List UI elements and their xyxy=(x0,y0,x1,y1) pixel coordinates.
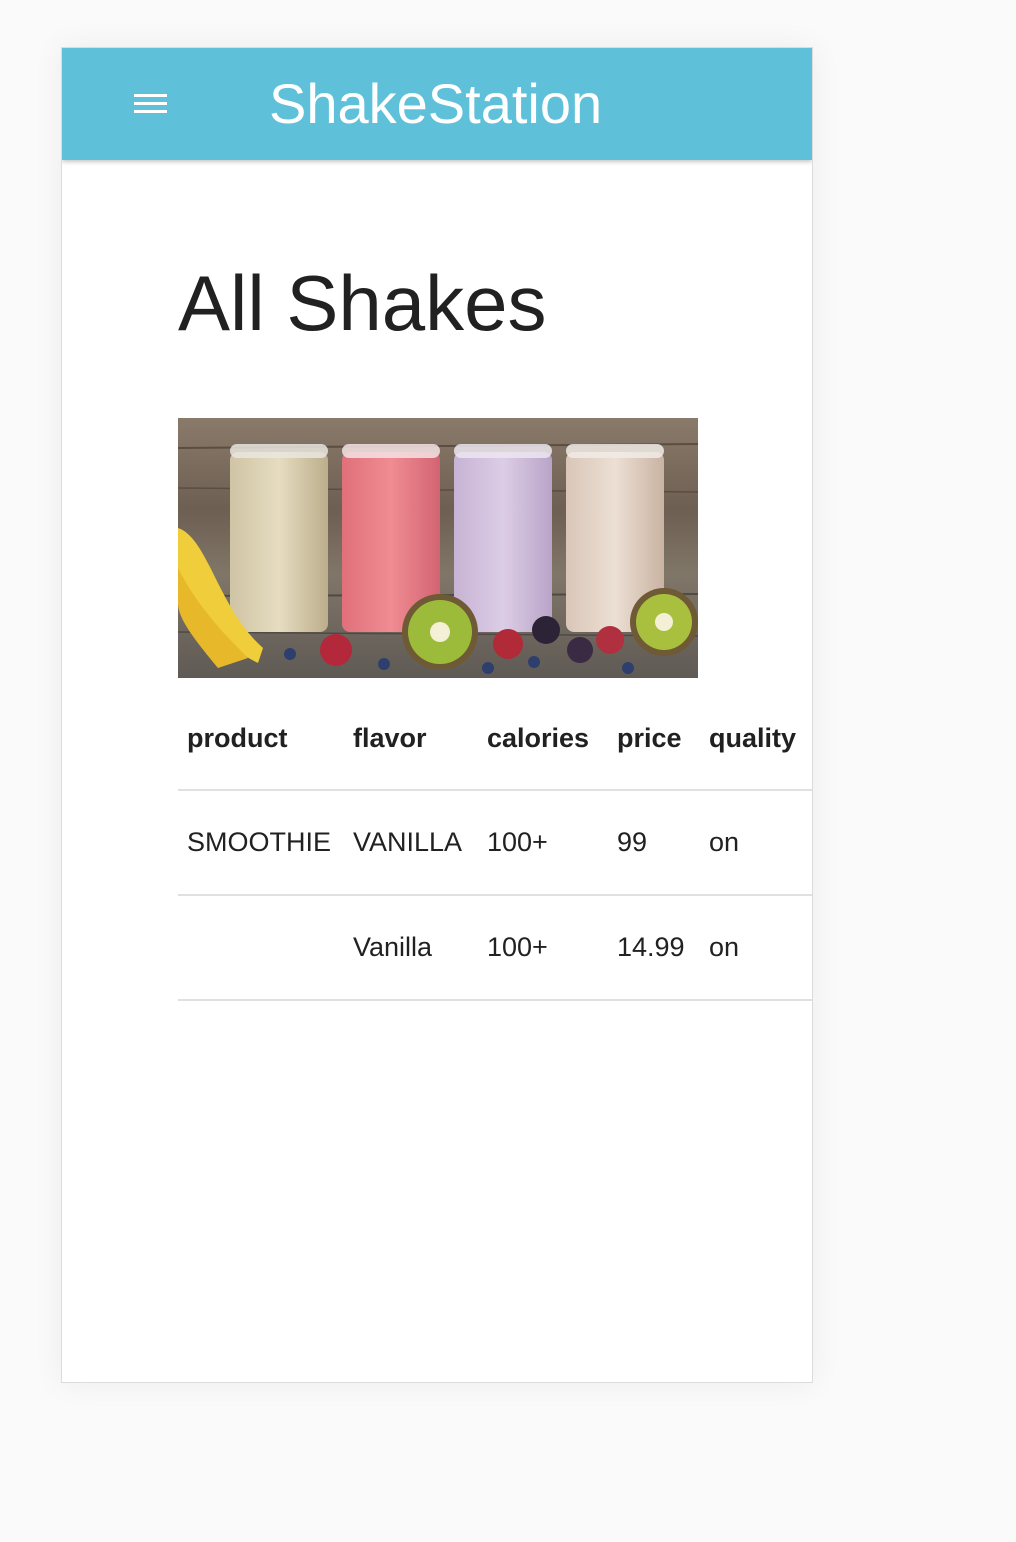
cell-price: 14.99 xyxy=(608,895,700,1001)
app-title: ShakeStation xyxy=(269,72,603,135)
cell-price: 99 xyxy=(608,790,700,896)
column-header-product: product xyxy=(178,688,344,791)
column-header-quality: quality xyxy=(700,688,812,791)
shakes-table: product flavor calories price quality SM… xyxy=(178,688,812,1001)
table-row[interactable]: SMOOTHIE VANILLA 100+ 99 on xyxy=(178,790,812,896)
page-title: All Shakes xyxy=(178,259,547,347)
cell-quality: on xyxy=(700,790,812,896)
cell-product: SMOOTHIE xyxy=(178,790,344,896)
cell-calories: 100+ xyxy=(478,790,608,896)
app-bar: ShakeStation xyxy=(62,48,812,160)
hamburger-menu-icon xyxy=(134,94,167,113)
column-header-price: price xyxy=(608,688,700,791)
table-row[interactable]: Vanilla 100+ 14.99 on xyxy=(178,895,812,1001)
cell-flavor: VANILLA xyxy=(344,790,478,896)
smoothies-image xyxy=(178,418,698,678)
app-frame: ShakeStation All Shakes product flavor c… xyxy=(61,47,813,1383)
cell-calories: 100+ xyxy=(478,895,608,1001)
cell-product xyxy=(178,895,344,1001)
menu-button[interactable] xyxy=(130,88,170,120)
table-header-row: product flavor calories price quality xyxy=(178,688,812,791)
column-header-flavor: flavor xyxy=(344,688,478,791)
cell-flavor: Vanilla xyxy=(344,895,478,1001)
cell-quality: on xyxy=(700,895,812,1001)
column-header-calories: calories xyxy=(478,688,608,791)
